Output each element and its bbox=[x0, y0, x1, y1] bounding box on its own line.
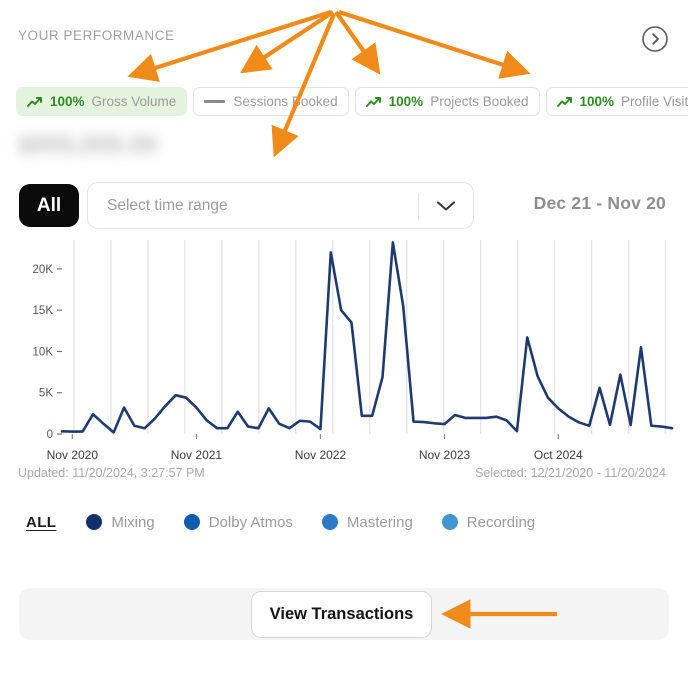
chart-legend: ALL Mixing Dolby Atmos Mastering Recordi… bbox=[0, 509, 688, 535]
legend-item-dolby-atmos[interactable]: Dolby Atmos bbox=[184, 514, 293, 531]
badge-percent: 100% bbox=[580, 94, 615, 109]
x-axis-label: Nov 2020 bbox=[47, 448, 98, 462]
badge-label: Sessions Booked bbox=[233, 94, 337, 109]
badge-gross-volume[interactable]: 100% Gross Volume bbox=[16, 87, 187, 116]
date-range-label: Dec 21 - Nov 20 bbox=[534, 193, 666, 214]
chart-x-axis-labels: Nov 2020 Nov 2021 Nov 2022 Nov 2023 Oct 2024 bbox=[0, 448, 688, 464]
legend-item-recording[interactable]: Recording bbox=[442, 514, 535, 531]
svg-text:0: 0 bbox=[47, 429, 53, 441]
time-range-select[interactable]: Select time range bbox=[87, 182, 474, 229]
badge-label: Profile Visits bbox=[621, 94, 688, 109]
view-transactions-button[interactable]: View Transactions bbox=[251, 591, 432, 638]
x-axis-label: Nov 2022 bbox=[295, 448, 346, 462]
updated-timestamp: Updated: 11/20/2024, 3:27:57 PM bbox=[18, 466, 205, 480]
badge-sessions-booked[interactable]: Sessions Booked bbox=[193, 87, 348, 116]
badge-percent: 100% bbox=[389, 94, 424, 109]
chart-footer: Updated: 11/20/2024, 3:27:57 PM Selected… bbox=[0, 466, 688, 484]
legend-dot-icon bbox=[442, 514, 458, 530]
badge-projects-booked[interactable]: 100% Projects Booked bbox=[355, 87, 540, 116]
chart-svg: 0 5K 10K 15K 20K bbox=[0, 236, 688, 446]
page-title: YOUR PERFORMANCE bbox=[18, 28, 175, 43]
performance-card: YOUR PERFORMANCE 100% Gross Volume Sessi… bbox=[0, 0, 688, 679]
x-axis-label: Nov 2023 bbox=[419, 448, 470, 462]
legend-label: Mastering bbox=[347, 514, 413, 531]
selected-range: Selected: 12/21/2020 - 11/20/2024 bbox=[475, 466, 666, 480]
badge-label: Gross Volume bbox=[92, 94, 177, 109]
badge-label: Projects Booked bbox=[430, 94, 528, 109]
chevron-right-circle-icon[interactable] bbox=[640, 24, 670, 54]
gross-volume-amount: $000,000.00 bbox=[18, 131, 157, 160]
dash-icon bbox=[204, 100, 219, 103]
legend-item-mastering[interactable]: Mastering bbox=[322, 514, 413, 531]
svg-text:20K: 20K bbox=[33, 264, 54, 276]
all-filter-button[interactable]: All bbox=[19, 184, 79, 227]
trend-up-icon bbox=[366, 96, 382, 108]
legend-label: Dolby Atmos bbox=[209, 514, 293, 531]
badge-profile-visits[interactable]: 100% Profile Visits bbox=[546, 87, 688, 116]
legend-label: Recording bbox=[467, 514, 535, 531]
chart-controls: All Select time range Dec 21 - Nov 20 bbox=[0, 182, 688, 230]
card-header: YOUR PERFORMANCE bbox=[0, 24, 688, 58]
metric-badges: 100% Gross Volume Sessions Booked 100% P… bbox=[16, 87, 688, 116]
svg-text:15K: 15K bbox=[33, 305, 54, 317]
svg-text:10K: 10K bbox=[33, 346, 54, 358]
legend-dot-icon bbox=[86, 514, 102, 530]
time-range-placeholder: Select time range bbox=[88, 197, 418, 215]
x-axis-label: Nov 2021 bbox=[171, 448, 222, 462]
performance-chart[interactable]: 0 5K 10K 15K 20K bbox=[0, 236, 688, 446]
svg-text:5K: 5K bbox=[39, 388, 53, 400]
badge-percent: 100% bbox=[50, 94, 85, 109]
trend-up-icon bbox=[557, 96, 573, 108]
legend-item-mixing[interactable]: Mixing bbox=[86, 514, 154, 531]
legend-dot-icon bbox=[322, 514, 338, 530]
x-axis-label: Oct 2024 bbox=[534, 448, 583, 462]
trend-up-icon bbox=[27, 96, 43, 108]
legend-label: Mixing bbox=[111, 514, 154, 531]
legend-dot-icon bbox=[184, 514, 200, 530]
legend-item-all[interactable]: ALL bbox=[26, 514, 56, 531]
chevron-down-icon[interactable] bbox=[419, 199, 473, 213]
